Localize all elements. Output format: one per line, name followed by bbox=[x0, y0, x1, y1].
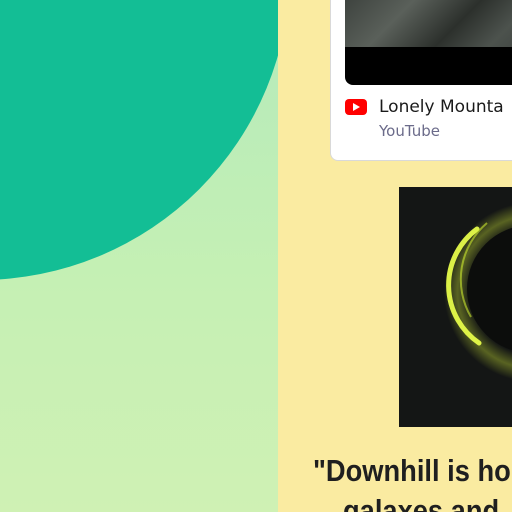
embed-provider: YouTube bbox=[379, 122, 440, 140]
youtube-embed-card[interactable]: Lonely Mounta YouTube bbox=[330, 0, 512, 161]
article-column: Lonely Mounta YouTube "Downhill is ho ga… bbox=[278, 0, 512, 512]
embed-title-row: Lonely Mounta bbox=[345, 95, 504, 119]
teal-circle-decoration bbox=[0, 0, 278, 280]
left-decorative-background bbox=[0, 0, 278, 512]
pull-quote-line-1: "Downhill is ho bbox=[313, 453, 511, 488]
video-thumbnail[interactable] bbox=[345, 0, 512, 85]
video-frame-image bbox=[345, 0, 512, 47]
pull-quote-line-2: galaxes and bbox=[343, 493, 500, 512]
eclipse-ring-icon bbox=[444, 204, 512, 380]
youtube-logo-icon bbox=[345, 99, 367, 115]
video-title[interactable]: Lonely Mounta bbox=[379, 97, 504, 117]
eclipse-image bbox=[399, 187, 512, 427]
